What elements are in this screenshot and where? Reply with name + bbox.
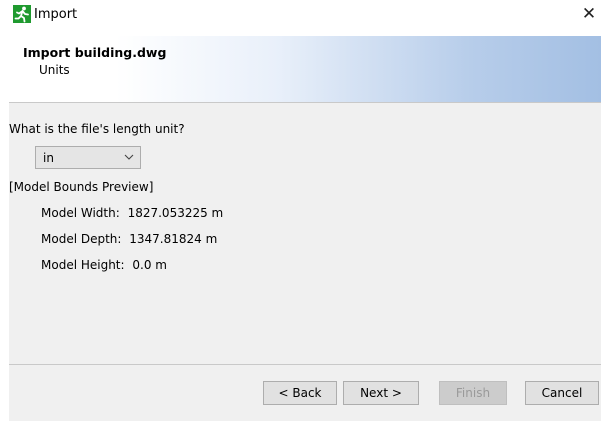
model-height-value: 0.0 m (132, 258, 167, 272)
model-width-value: 1827.053225 m (127, 206, 224, 220)
model-width-label: Model Width: (41, 206, 120, 220)
wizard-step-subtitle: Units (39, 63, 70, 77)
model-depth-row: Model Depth: 1347.81824 m (41, 232, 217, 246)
close-button[interactable]: ✕ (576, 2, 602, 26)
length-unit-question: What is the file's length unit? (9, 122, 185, 136)
close-icon: ✕ (581, 4, 597, 24)
wizard-button-bar: < Back Next > Finish Cancel (9, 365, 601, 421)
length-unit-select[interactable]: in (35, 146, 141, 169)
import-dialog: Import ✕ Import building.dwg Units What … (0, 0, 608, 421)
title-bar: Import ✕ (0, 0, 608, 30)
next-button[interactable]: Next > (343, 381, 419, 405)
running-man-icon (13, 5, 31, 23)
window-title: Import (34, 7, 78, 22)
length-unit-value: in (43, 151, 54, 165)
model-width-row: Model Width: 1827.053225 m (41, 206, 223, 220)
model-depth-value: 1347.81824 m (129, 232, 218, 246)
model-depth-label: Model Depth: (41, 232, 122, 246)
back-button[interactable]: < Back (263, 381, 337, 405)
cancel-button[interactable]: Cancel (525, 381, 599, 405)
wizard-content: What is the file's length unit? in [Mode… (9, 103, 601, 365)
chevron-down-icon (124, 154, 134, 160)
wizard-header: Import building.dwg Units (9, 36, 601, 103)
finish-button[interactable]: Finish (439, 381, 507, 405)
model-bounds-preview-label: [Model Bounds Preview] (9, 180, 154, 194)
model-height-row: Model Height: 0.0 m (41, 258, 167, 272)
model-height-label: Model Height: (41, 258, 125, 272)
wizard-title: Import building.dwg (23, 45, 167, 60)
